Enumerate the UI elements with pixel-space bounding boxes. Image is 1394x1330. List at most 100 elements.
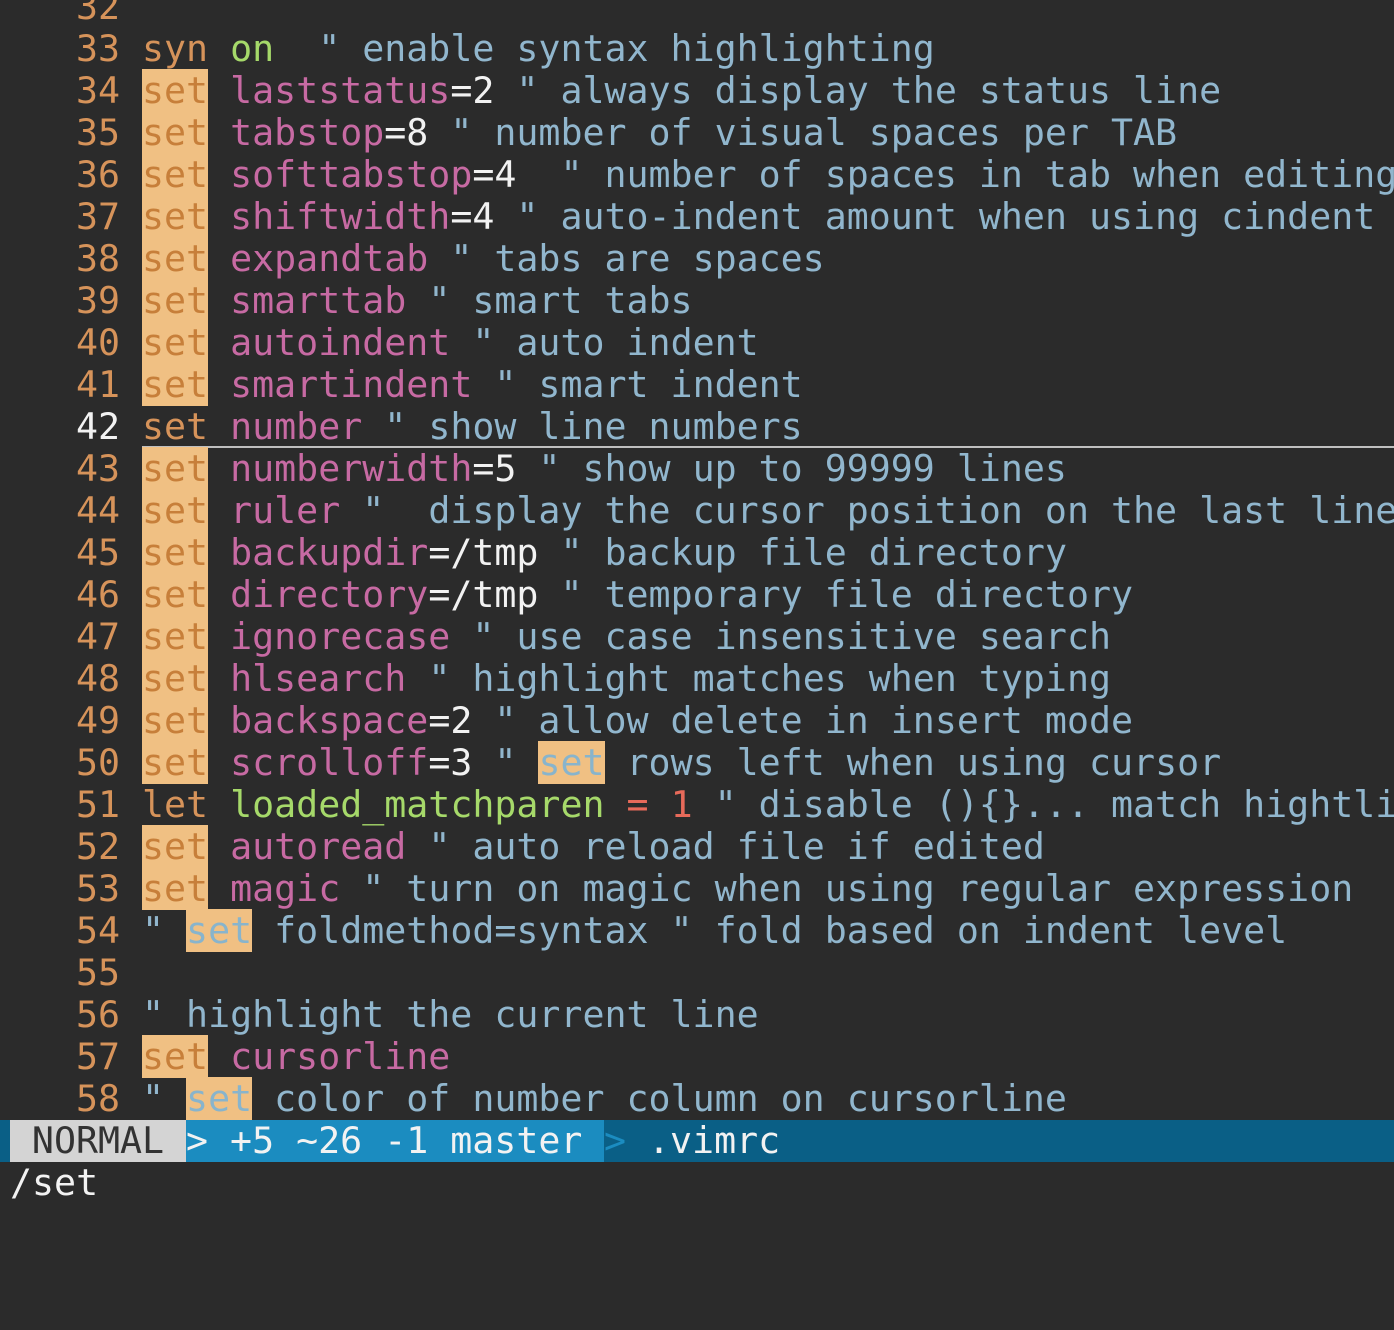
option-name: number xyxy=(230,405,363,448)
line-content: " highlight the current line xyxy=(142,994,759,1036)
code-line[interactable]: 54 " set foldmethod=syntax " fold based o… xyxy=(0,909,1394,952)
search-match: set xyxy=(142,111,209,154)
line-content: syn on " enable syntax highlighting xyxy=(142,28,935,70)
line-number: 35 xyxy=(75,111,120,154)
code-line-current[interactable]: 42 set number " show line numbers xyxy=(0,406,1394,448)
code-token: = xyxy=(604,783,671,826)
code-line[interactable]: 48 set hlsearch " highlight matches when … xyxy=(0,657,1394,700)
option-name: tabstop xyxy=(230,111,385,154)
code-token: 1 xyxy=(670,783,693,826)
code-token: loaded_matchparen xyxy=(230,783,605,826)
search-match: set xyxy=(538,741,605,784)
comment-text: " xyxy=(142,1077,187,1120)
code-line[interactable]: 56 " highlight the current line xyxy=(0,994,1394,1036)
code-line[interactable]: 46 set directory=/tmp " temporary file di… xyxy=(0,573,1394,616)
option-name: ruler xyxy=(230,489,341,532)
code-line[interactable]: 40 set autoindent " auto indent xyxy=(0,321,1394,364)
code-line[interactable]: 47 set ignorecase " use case insensitive … xyxy=(0,615,1394,658)
comment-text: " highlight the current line xyxy=(142,993,759,1036)
code-line[interactable]: 58 " set color of number column on cursor… xyxy=(0,1077,1394,1120)
search-match: set xyxy=(142,363,209,406)
code-line[interactable]: 57 set cursorline xyxy=(0,1035,1394,1078)
code-line[interactable]: 36 set softtabstop=4 " number of spaces i… xyxy=(0,153,1394,196)
comment-text: " backup file directory xyxy=(538,531,1067,574)
code-line[interactable]: 49 set backspace=2 " allow delete in inse… xyxy=(0,699,1394,742)
line-content: set smartindent " smart indent xyxy=(142,363,803,406)
code-line[interactable]: 50 set scrolloff=3 " set rows left when u… xyxy=(0,741,1394,784)
option-name: scrolloff xyxy=(230,741,429,784)
code-line[interactable]: 33 syn on " enable syntax highlighting xyxy=(0,28,1394,70)
code-line[interactable]: 43 set numberwidth=5 " show up to 99999 l… xyxy=(0,447,1394,490)
code-token: on xyxy=(230,27,275,70)
line-number: 36 xyxy=(75,153,120,196)
search-match: set xyxy=(142,741,209,784)
code-line[interactable]: 51 let loaded_matchparen = 1 " disable ()… xyxy=(0,784,1394,826)
option-name: expandtab xyxy=(230,237,429,280)
option-name: cursorline xyxy=(230,1035,451,1078)
code-line[interactable]: 38 set expandtab " tabs are spaces xyxy=(0,237,1394,280)
comment-text: " use case insensitive search xyxy=(450,615,1112,658)
search-match: set xyxy=(142,195,209,238)
search-match: set xyxy=(142,531,209,574)
line-number: 39 xyxy=(75,279,120,322)
comment-text: " show up to 99999 lines xyxy=(516,447,1067,490)
search-match: set xyxy=(186,1077,253,1120)
search-match: set xyxy=(142,699,209,742)
option-name: numberwidth xyxy=(230,447,473,490)
editor-buffer[interactable]: 32 33 syn on " enable syntax highlighting 3… xyxy=(0,0,1394,1120)
code-line[interactable]: 45 set backupdir=/tmp " backup file direc… xyxy=(0,531,1394,574)
comment-text: " allow delete in insert mode xyxy=(472,699,1134,742)
search-match: set xyxy=(142,321,209,364)
option-name: smartindent xyxy=(230,363,473,406)
code-line[interactable]: 44 set ruler " display the cursor positio… xyxy=(0,489,1394,532)
code-line[interactable]: 55 xyxy=(0,952,1394,994)
code-token: =4 xyxy=(472,153,517,196)
code-token: =/tmp xyxy=(428,573,539,616)
option-name: magic xyxy=(230,867,341,910)
line-number: 45 xyxy=(75,531,120,574)
comment-text: " disable (){}... match hightlight xyxy=(692,783,1394,826)
code-line[interactable]: 34 set laststatus=2 " always display the … xyxy=(0,69,1394,112)
option-name: softtabstop xyxy=(230,153,473,196)
line-number: 43 xyxy=(75,447,120,490)
option-name: autoread xyxy=(230,825,407,868)
option-name: ignorecase xyxy=(230,615,451,658)
code-line[interactable]: 32 xyxy=(0,0,1394,28)
option-name: backupdir xyxy=(230,531,429,574)
code-line[interactable]: 52 set autoread " auto reload file if edi… xyxy=(0,825,1394,868)
search-match: set xyxy=(142,237,209,280)
mode-indicator: NORMAL xyxy=(10,1120,186,1162)
line-number: 55 xyxy=(75,951,120,994)
comment-text: " smart indent xyxy=(472,363,803,406)
git-status: > +5 ~26 -1 master xyxy=(186,1120,604,1162)
comment-text: " enable syntax highlighting xyxy=(274,27,935,70)
line-content: set laststatus=2 " always display the st… xyxy=(142,69,1221,112)
comment-text: " number of visual spaces per TAB xyxy=(428,111,1178,154)
search-match: set xyxy=(142,69,209,112)
comment-text: " tabs are spaces xyxy=(428,237,825,280)
line-content: set backupdir=/tmp " backup file directo… xyxy=(142,531,1067,574)
line-number: 47 xyxy=(75,615,120,658)
code-line[interactable]: 37 set shiftwidth=4 " auto-indent amount … xyxy=(0,195,1394,238)
command-line[interactable]: /set xyxy=(10,1162,98,1204)
code-line[interactable]: 39 set smarttab " smart tabs xyxy=(0,279,1394,322)
line-content: set tabstop=8 " number of visual spaces … xyxy=(142,111,1178,154)
code-token: =/tmp xyxy=(428,531,539,574)
line-content: " set foldmethod=syntax " fold based on … xyxy=(142,909,1287,952)
code-line[interactable]: 53 set magic " turn on magic when using r… xyxy=(0,867,1394,910)
code-line[interactable]: 41 set smartindent " smart indent xyxy=(0,363,1394,406)
search-match: set xyxy=(142,825,209,868)
code-line[interactable]: 35 set tabstop=8 " number of visual space… xyxy=(0,111,1394,154)
line-content: set ruler " display the cursor position … xyxy=(142,489,1394,532)
line-content: set ignorecase " use case insensitive se… xyxy=(142,615,1112,658)
